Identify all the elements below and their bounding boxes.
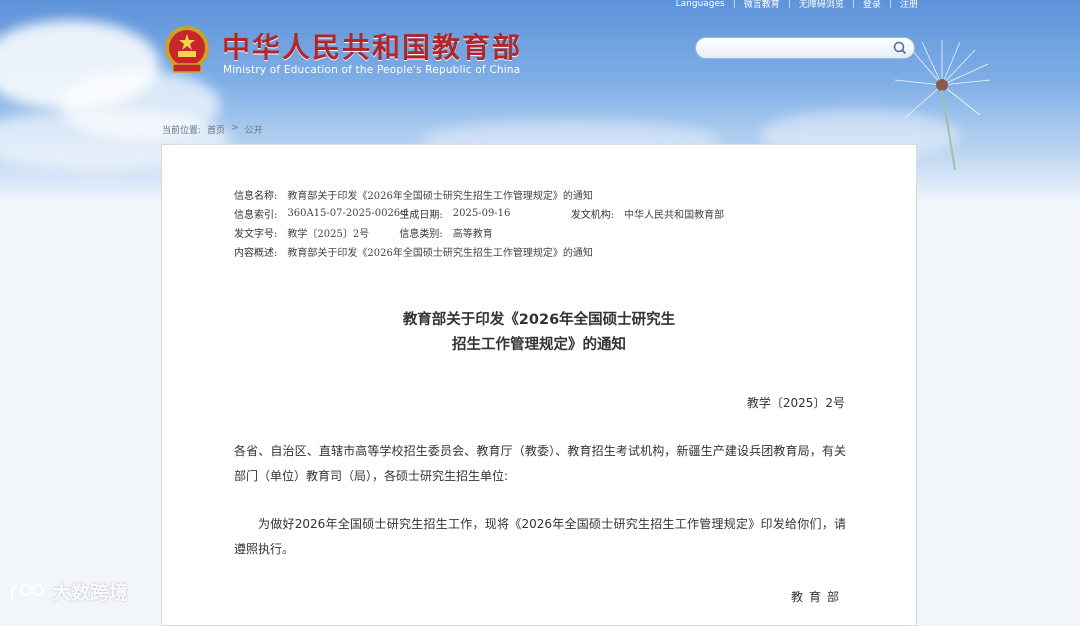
site-title-cn[interactable]: 中华人民共和国教育部 [222, 26, 522, 66]
meta-docno-label: 发文字号: [234, 229, 278, 240]
watermark-text: 大数跨境 [52, 582, 129, 604]
link-separator: | [732, 0, 736, 9]
document-number: 教学〔2025〕2号 [746, 396, 845, 410]
search-input[interactable] [706, 40, 890, 61]
top-links: Languages | 微言教育 | 无障碍浏览 | 登录 | 注册 [676, 0, 918, 10]
breadcrumb-label: 当前位置: [162, 126, 202, 136]
addressees-paragraph: 各省、自治区、直辖市高等学校招生委员会、教育厅（教委）、教育招生考试机构，新疆生… [234, 444, 846, 483]
site-title-en: Ministry of Education of the People's Re… [223, 64, 521, 76]
meta-index-value: 360A15-07-2025-0026-1 [287, 208, 410, 219]
document-title-line2: 招生工作管理规定》的通知 [452, 337, 626, 353]
document-title-line1: 教育部关于印发《2026年全国硕士研究生 [402, 312, 676, 328]
meta-date-label: 生成日期: [399, 210, 443, 221]
accessibility-link[interactable]: 无障碍浏览 [799, 0, 844, 10]
meta-category-value: 高等教育 [452, 229, 493, 240]
weiyan-link[interactable]: 微言教育 [744, 0, 780, 10]
meta-name-label: 信息名称: [234, 191, 278, 202]
content-panel: 信息名称: 教育部关于印发《2026年全国硕士研究生招生工作管理规定》的通知 信… [161, 144, 917, 626]
meta-date-value: 2025-09-16 [452, 208, 511, 219]
meta-docno-value: 教学〔2025〕2号 [287, 229, 370, 240]
breadcrumb: 当前位置: 首页 > 公开 [162, 123, 263, 136]
meta-index-label: 信息索引: [234, 210, 278, 221]
link-separator: | [851, 0, 855, 9]
meta-org-label: 发文机构: [570, 210, 615, 221]
link-separator: | [888, 0, 892, 9]
document-title: 教育部关于印发《2026年全国硕士研究生 招生工作管理规定》的通知 [162, 308, 916, 358]
meta-category-label: 信息类别: [399, 229, 443, 240]
watermark: 大数跨境 [8, 578, 128, 605]
languages-link[interactable]: Languages [676, 0, 725, 9]
document-signer: 教育部 [790, 590, 845, 604]
register-link[interactable]: 注册 [900, 0, 918, 10]
watermark-logo-icon [10, 583, 44, 599]
breadcrumb-home[interactable]: 首页 [207, 123, 225, 136]
link-separator: | [787, 0, 791, 9]
meta-summary-label: 内容概述: [234, 248, 278, 259]
meta-summary-value: 教育部关于印发《2026年全国硕士研究生招生工作管理规定》的通知 [287, 248, 593, 259]
national-emblem-icon [165, 26, 209, 73]
body-paragraph: 为做好2026年全国硕士研究生招生工作，现将《2026年全国硕士研究生招生工作管… [234, 517, 846, 556]
meta-org-value: 中华人民共和国教育部 [624, 210, 725, 221]
meta-name-value: 教育部关于印发《2026年全国硕士研究生招生工作管理规定》的通知 [287, 191, 593, 202]
breadcrumb-public[interactable]: 公开 [245, 123, 263, 136]
login-link[interactable]: 登录 [863, 0, 881, 10]
info-metadata: 信息名称: 教育部关于印发《2026年全国硕士研究生招生工作管理规定》的通知 信… [234, 185, 724, 261]
breadcrumb-separator: > [231, 123, 239, 133]
